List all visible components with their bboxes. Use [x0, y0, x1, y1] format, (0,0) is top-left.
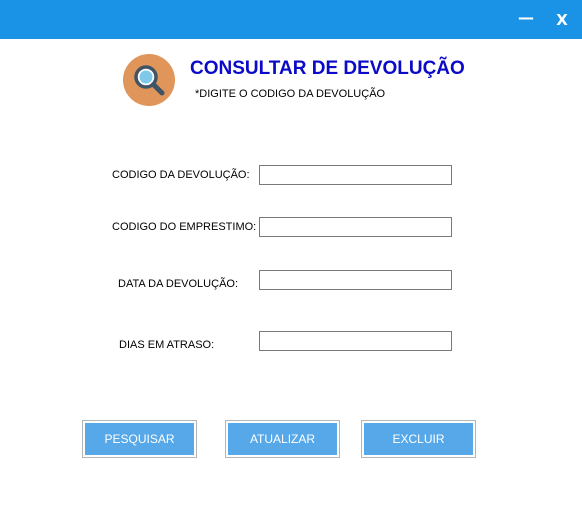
search-button-label: PESQUISAR	[85, 423, 194, 455]
days-late-label: DIAS EM ATRASO:	[119, 339, 215, 351]
consult-return-window: — X CONSULTAR DE DEVOLUÇÃO *DIGITE O COD…	[0, 0, 582, 508]
close-button[interactable]: X	[551, 8, 573, 30]
search-button[interactable]: PESQUISAR	[82, 420, 197, 458]
delete-button[interactable]: EXCLUIR	[361, 420, 476, 458]
loan-code-label: CODIGO DO EMPRESTIMO:	[112, 221, 257, 233]
update-button[interactable]: ATUALIZAR	[225, 420, 340, 458]
days-late-input[interactable]	[259, 331, 452, 351]
title-bar: — X	[0, 0, 582, 39]
return-date-label: DATA DA DEVOLUÇÃO:	[118, 278, 239, 290]
update-button-label: ATUALIZAR	[228, 423, 337, 455]
return-date-input[interactable]	[259, 270, 452, 290]
minimize-button[interactable]: —	[515, 8, 537, 30]
loan-code-input[interactable]	[259, 217, 452, 237]
page-title: CONSULTAR DE DEVOLUÇÃO	[190, 58, 465, 79]
delete-button-label: EXCLUIR	[364, 423, 473, 455]
page-subtitle: *DIGITE O CODIGO DA DEVOLUÇÃO	[195, 88, 386, 100]
return-code-label: CODIGO DA DEVOLUÇÃO:	[112, 169, 250, 181]
search-magnifier-icon	[123, 54, 175, 106]
return-code-input[interactable]	[259, 165, 452, 185]
